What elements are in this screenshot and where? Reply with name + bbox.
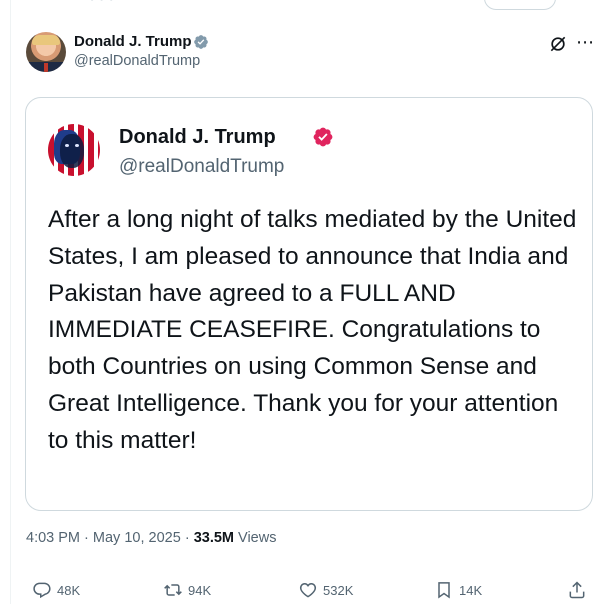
meta-separator: ·: [84, 530, 89, 546]
action-bar: 48K 94K 532K 14K: [0, 574, 603, 604]
post-header: Donald J. Trump @realDonaldTrump ⋯: [26, 30, 596, 74]
bookmark-icon: [438, 582, 450, 599]
avatar[interactable]: [26, 32, 66, 72]
bookmark-button[interactable]: 14K: [434, 580, 482, 600]
meta-separator: ·: [184, 530, 190, 546]
like-count: 532K: [323, 582, 354, 598]
reply-icon: [33, 582, 51, 599]
timeline-divider: [10, 0, 11, 604]
views-label: Views: [238, 530, 277, 546]
views-count: 33.5M: [193, 530, 234, 546]
post-meta: 4:03 PM · May 10, 2025 · 33.5M Views: [26, 530, 276, 546]
quoted-avatar[interactable]: [48, 124, 100, 176]
heart-icon: [299, 582, 317, 598]
quoted-post-text: After a long night of talks mediated by …: [48, 206, 577, 454]
repost-count: 94K: [188, 582, 212, 598]
repost-button[interactable]: 94K: [163, 580, 211, 600]
author-handle[interactable]: @realDonaldTrump: [74, 53, 200, 69]
like-button[interactable]: 532K: [298, 580, 353, 600]
reply-count: 48K: [57, 582, 81, 598]
top-partial-content: • • •: [90, 0, 114, 6]
verified-badge-icon[interactable]: [193, 34, 209, 50]
post-date[interactable]: May 10, 2025: [93, 530, 181, 546]
share-icon: [569, 581, 585, 599]
quoted-post-card[interactable]: Donald J. Trump @realDonaldTrump After a…: [25, 97, 593, 511]
more-icon[interactable]: ⋯: [576, 32, 594, 53]
grok-icon[interactable]: [548, 34, 568, 54]
repost-icon: [164, 584, 182, 596]
author-name[interactable]: Donald J. Trump: [74, 33, 192, 50]
verified-badge-icon[interactable]: [312, 126, 334, 148]
bookmark-count: 14K: [459, 582, 483, 598]
reply-button[interactable]: 48K: [32, 580, 80, 600]
post-time[interactable]: 4:03 PM: [26, 530, 80, 546]
quoted-author-name[interactable]: Donald J. Trump: [119, 126, 276, 149]
top-partial-button[interactable]: [484, 0, 556, 10]
share-button[interactable]: [567, 580, 592, 600]
quoted-author-handle[interactable]: @realDonaldTrump: [119, 156, 284, 178]
